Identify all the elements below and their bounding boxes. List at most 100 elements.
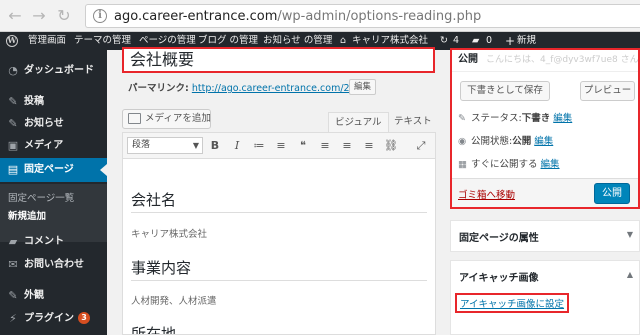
dashboard-icon: ◔: [8, 64, 18, 77]
sidebar-item-news[interactable]: ✎ お知らせ: [0, 112, 107, 136]
move-to-trash-link[interactable]: ゴミ箱へ移動: [458, 187, 515, 201]
back-arrow-icon[interactable]: ←: [6, 7, 24, 25]
forward-arrow-icon[interactable]: →: [30, 7, 48, 25]
tab-text[interactable]: テキスト: [388, 112, 438, 132]
align-right-icon[interactable]: ≡: [361, 138, 377, 154]
align-left-icon[interactable]: ≡: [317, 138, 333, 154]
sidebar-item-label: 外観: [24, 290, 44, 301]
content-editor[interactable]: 段落 ▼ B I ≔ ≡ ❝ ≡ ≡ ≡ ⛓ ⤢ 会社名 キャリア株式会社 事業内…: [122, 132, 436, 335]
comment-icon: ▰: [8, 235, 18, 248]
howdy-text: こんにちは、4_f@dyv3wf7ue8 さん: [486, 55, 638, 65]
blockquote-icon[interactable]: ❝: [295, 138, 311, 154]
save-draft-button[interactable]: 下書きとして保存: [460, 81, 550, 101]
submenu-add-new[interactable]: 新規追加: [8, 208, 46, 222]
preview-button[interactable]: プレビュー: [580, 81, 635, 101]
page-attributes-box[interactable]: 固定ページの属性 ▼: [450, 220, 640, 252]
set-featured-image-link[interactable]: アイキャッチ画像に設定: [455, 293, 570, 313]
bold-icon[interactable]: B: [207, 138, 223, 154]
visibility-edit-link[interactable]: 編集: [534, 136, 553, 147]
sidebar-item-appearance[interactable]: ✎ 外観: [0, 284, 107, 308]
admin-sidebar: ◔ ダッシュボード ✎ 投稿 ✎ お知らせ ▣ メディア ▤ 固定ページ 固定ページ一覧 …: [0, 50, 107, 335]
bullet-list-icon[interactable]: ≔: [251, 138, 267, 154]
numbered-list-icon[interactable]: ≡: [273, 138, 289, 154]
sidebar-item-label: お問い合わせ: [24, 259, 84, 270]
sidebar-item-contact[interactable]: ✉ お問い合わせ: [0, 253, 107, 277]
reload-icon[interactable]: ↻: [55, 7, 73, 25]
featured-image-title: アイキャッチ画像: [459, 273, 539, 284]
align-center-icon[interactable]: ≡: [339, 138, 355, 154]
link-icon[interactable]: ⛓: [383, 138, 399, 154]
title-input[interactable]: 会社概要: [122, 47, 435, 73]
content-paragraph: 人材開発、人材派遣: [131, 296, 217, 307]
status-label: ステータス:: [471, 113, 522, 124]
add-media-label: メディアを追加: [145, 113, 211, 124]
pin-icon: ✎: [8, 117, 18, 130]
sidebar-item-pages[interactable]: ▤ 固定ページ: [0, 158, 107, 182]
pin-icon: ✎: [8, 95, 18, 108]
chevron-down-icon[interactable]: ▼: [627, 230, 633, 239]
chevron-down-icon: ▼: [192, 141, 199, 150]
publish-panel-header: 公開 こんにちは、4_f@dyv3wf7ue8 さん: [452, 50, 638, 72]
permalink-url[interactable]: http://ago.career-entrance.com/25-2/: [192, 83, 368, 94]
browser-toolbar: ← → ↻ i ago.career-entrance.com/wp-admin…: [0, 0, 640, 32]
status-value: 下書き: [521, 113, 551, 124]
media-icon: [128, 113, 141, 124]
permalink-label: パーマリンク:: [128, 83, 189, 94]
calendar-icon: ▦: [458, 159, 467, 170]
status-row: ✎ ステータス:下書き 編集: [458, 110, 572, 124]
tab-visual[interactable]: ビジュアル: [328, 112, 389, 132]
fullscreen-icon[interactable]: ⤢: [413, 138, 429, 154]
url-text: ago.career-entrance.com/wp-admin/options…: [114, 9, 482, 24]
plugin-icon: ⚡: [9, 312, 17, 325]
permalink-row: パーマリンク: http://ago.career-entrance.com/2…: [128, 80, 368, 94]
editor-toolbar: 段落 ▼ B I ≔ ≡ ❝ ≡ ≡ ≡ ⛓ ⤢: [123, 133, 435, 159]
italic-icon[interactable]: I: [229, 138, 245, 154]
content-heading: 事業内容: [131, 259, 192, 277]
submenu-all-pages[interactable]: 固定ページ一覧: [8, 190, 74, 204]
address-bar[interactable]: i ago.career-entrance.com/wp-admin/optio…: [85, 4, 640, 28]
page-icon: ▤: [7, 163, 19, 176]
info-icon[interactable]: i: [93, 9, 107, 23]
wordpress-logo-icon[interactable]: W: [6, 35, 18, 47]
sidebar-item-label: お知らせ: [24, 118, 64, 129]
publish-footer: ゴミ箱へ移動 公開: [452, 178, 638, 207]
sidebar-item-plugins[interactable]: ⚡ プラグイン 3: [0, 307, 107, 331]
format-select-value: 段落: [132, 140, 151, 150]
page-attributes-title: 固定ページの属性: [459, 233, 539, 244]
schedule-row: ▦ すぐに公開する 編集: [458, 156, 560, 170]
sidebar-item-label: 投稿: [24, 96, 44, 107]
plugin-update-badge: 3: [78, 312, 90, 324]
sidebar-item-label: コメント: [24, 236, 64, 247]
visibility-value: 公開: [512, 136, 532, 147]
schedule-label: すぐに公開する: [471, 159, 538, 170]
updates-icon[interactable]: ↻: [440, 32, 448, 50]
heading-underline: [131, 212, 427, 213]
content-heading: 所在地: [131, 325, 177, 335]
publish-title: 公開: [458, 54, 478, 65]
media-icon: ▣: [7, 139, 19, 152]
schedule-edit-link[interactable]: 編集: [541, 159, 560, 170]
heading-underline: [131, 280, 427, 281]
sidebar-item-comments[interactable]: ▰ コメント: [0, 230, 107, 254]
mail-icon: ✉: [8, 258, 18, 271]
content-heading: 会社名: [131, 191, 177, 209]
sidebar-item-label: メディア: [24, 140, 64, 151]
sidebar-item-posts[interactable]: ✎ 投稿: [0, 90, 107, 114]
chevron-up-icon[interactable]: ▲: [627, 270, 633, 279]
status-edit-link[interactable]: 編集: [553, 113, 572, 124]
current-menu-arrow: [100, 164, 107, 176]
publish-button[interactable]: 公開: [594, 183, 630, 204]
sidebar-item-label: プラグイン: [24, 313, 74, 324]
pin-icon: ✎: [458, 113, 466, 124]
content-paragraph: キャリア株式会社: [131, 229, 208, 240]
add-media-button[interactable]: メディアを追加: [122, 109, 211, 129]
publish-panel: 公開 こんにちは、4_f@dyv3wf7ue8 さん 下書きとして保存 プレビュー…: [450, 48, 640, 209]
sidebar-item-media[interactable]: ▣ メディア: [0, 134, 107, 158]
sidebar-item-label: 固定ページ: [24, 164, 74, 175]
format-select[interactable]: 段落 ▼: [127, 137, 203, 154]
adminbar-dashboard[interactable]: 管理画面: [28, 32, 66, 50]
sidebar-item-dashboard[interactable]: ◔ ダッシュボード: [0, 59, 107, 83]
permalink-edit-button[interactable]: 編集: [349, 79, 377, 95]
visibility-row: ◉ 公開状態:公開 編集: [458, 133, 553, 147]
appearance-icon: ✎: [8, 289, 18, 302]
